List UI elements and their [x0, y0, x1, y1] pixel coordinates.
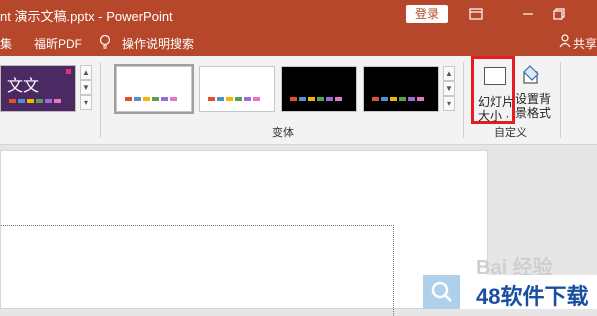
- restore-icon[interactable]: [551, 6, 567, 22]
- brand-logo: 48软件下载: [460, 275, 597, 309]
- format-background-button[interactable]: 设置背 景格式: [515, 56, 555, 124]
- themes-more-icon[interactable]: ▾: [80, 95, 92, 110]
- theme-thumbnail[interactable]: 文文: [0, 65, 76, 112]
- theme-accent-mark: [66, 69, 71, 74]
- ribbon-display-icon[interactable]: [468, 6, 484, 22]
- variants-scroll: ▲ ▼ ▾: [443, 66, 455, 112]
- variants-more-icon[interactable]: ▾: [443, 96, 455, 111]
- variant-4[interactable]: [363, 66, 439, 112]
- slide-canvas[interactable]: [0, 150, 488, 316]
- paint-bucket-icon: [521, 64, 543, 91]
- title-bar: nt 演示文稿.pptx - PowerPoint 登录: [0, 0, 597, 29]
- ribbon: 文文 ▲ ▼ ▾ ▲ ▼ ▾ 变体 幻灯片 大小 · 设置背 景格式 自定义: [0, 56, 597, 145]
- window-title: nt 演示文稿.pptx - PowerPoint: [0, 9, 173, 24]
- divider: [100, 62, 101, 138]
- variants-scroll-down-icon[interactable]: ▼: [443, 81, 455, 96]
- slide-size-button[interactable]: 幻灯片 大小 ·: [471, 56, 515, 124]
- menu-item-collection[interactable]: 集: [0, 35, 12, 52]
- share-button[interactable]: 共享: [573, 35, 597, 52]
- themes-scroll: ▲ ▼ ▾: [80, 65, 92, 112]
- theme-thumb-text: 文文: [7, 76, 40, 95]
- themes-scroll-down-icon[interactable]: ▼: [80, 80, 92, 95]
- themes-scroll-up-icon[interactable]: ▲: [80, 65, 92, 80]
- person-icon: [559, 34, 571, 51]
- divider: [560, 62, 561, 138]
- tell-me-search[interactable]: 操作说明搜索: [122, 35, 194, 52]
- slide-placeholder[interactable]: [1, 225, 394, 316]
- variant-3[interactable]: [281, 66, 357, 112]
- variants-scroll-up-icon[interactable]: ▲: [443, 66, 455, 81]
- brand-text: 48软件下载: [476, 284, 589, 309]
- format-background-label-2: 景格式: [515, 106, 552, 120]
- menu-item-foxit-pdf[interactable]: 福昕PDF: [34, 35, 82, 52]
- variant-1[interactable]: [114, 64, 194, 114]
- minimize-icon[interactable]: [520, 6, 536, 22]
- customize-group-label: 自定义: [494, 127, 527, 139]
- workspace: Bai 经验 48软件下载: [0, 145, 597, 316]
- search-icon: [423, 275, 461, 309]
- slide-size-icon: [484, 67, 506, 85]
- variants-group-label: 变体: [272, 127, 294, 139]
- variant-2[interactable]: [199, 66, 275, 112]
- login-button[interactable]: 登录: [406, 5, 448, 23]
- menu-bar: 集 福昕PDF 操作说明搜索 共享: [0, 29, 597, 56]
- slide-size-label-2: 大小 ·: [478, 109, 510, 123]
- divider: [463, 62, 464, 138]
- lightbulb-icon: [98, 34, 112, 53]
- theme-color-bars: [9, 99, 61, 103]
